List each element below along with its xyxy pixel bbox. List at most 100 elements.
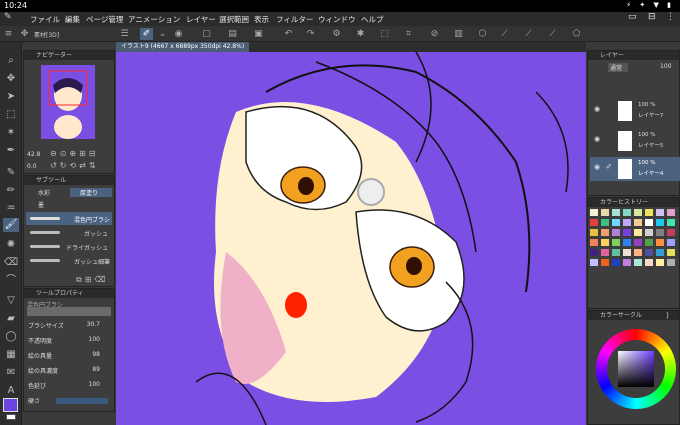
- menu-page[interactable]: ページ管理: [86, 14, 123, 25]
- sub-color-swatch[interactable]: [6, 414, 16, 420]
- color-history-swatch[interactable]: [612, 229, 620, 236]
- minimize-icon[interactable]: ⊟: [648, 12, 656, 22]
- menu-select[interactable]: 選択範囲: [219, 14, 249, 25]
- color-history-swatch[interactable]: [645, 239, 653, 246]
- color-history-swatch[interactable]: [667, 209, 675, 216]
- color-history-swatch[interactable]: [667, 219, 675, 226]
- rotate-controls[interactable]: ↺↻⟲⇄⇅: [50, 161, 99, 170]
- layer-row[interactable]: ◉ 100 % レイヤー7: [590, 99, 680, 123]
- color-history-swatch[interactable]: [601, 249, 609, 256]
- color-history-swatch[interactable]: [601, 229, 609, 236]
- color-history-swatch[interactable]: [590, 209, 598, 216]
- quick-access-icon[interactable]: ◉: [172, 28, 185, 40]
- hardness-steps[interactable]: [56, 398, 108, 404]
- menu-filter[interactable]: フィルター: [276, 14, 313, 25]
- color-history-swatch[interactable]: [645, 219, 653, 226]
- color-history-swatch[interactable]: [590, 219, 598, 226]
- select-all-icon[interactable]: ⚙: [330, 28, 343, 40]
- fill-bucket-icon[interactable]: ▽: [3, 294, 19, 308]
- new-file-icon[interactable]: ▢: [200, 28, 213, 40]
- color-history-swatch[interactable]: [601, 209, 609, 216]
- menu-help[interactable]: ヘルプ: [361, 14, 384, 25]
- color-history-swatch[interactable]: [590, 239, 598, 246]
- canvas[interactable]: [116, 51, 586, 425]
- menu-edit[interactable]: 編集: [65, 14, 80, 25]
- color-history-swatch[interactable]: [667, 259, 675, 266]
- airbrush-icon[interactable]: ♒: [3, 202, 19, 216]
- decoration-icon[interactable]: ✺: [3, 238, 19, 252]
- color-history-swatch[interactable]: [645, 259, 653, 266]
- paint-amount-row[interactable]: 絵の具量 98: [26, 349, 112, 362]
- balloon-icon[interactable]: ✉: [3, 366, 19, 380]
- invert-selection-icon[interactable]: ⬚: [378, 28, 391, 40]
- brush-icon[interactable]: 🖌: [3, 218, 19, 232]
- opacity-row[interactable]: 不透明度 100: [26, 334, 112, 347]
- sozai-tab[interactable]: 素材[3D]: [34, 30, 59, 39]
- saturation-square[interactable]: [618, 351, 654, 387]
- brush-size-row[interactable]: ブラシサイズ 30.7: [26, 319, 112, 332]
- pencil-icon[interactable]: ✏: [3, 184, 19, 198]
- pen-tool-icon[interactable]: ✐: [140, 28, 153, 40]
- menu-animation[interactable]: アニメーション: [128, 14, 180, 25]
- color-history-swatch[interactable]: [667, 229, 675, 236]
- color-history-swatch[interactable]: [667, 239, 675, 246]
- save-icon[interactable]: ▣: [252, 28, 265, 40]
- layer-opacity[interactable]: 100: [660, 63, 671, 70]
- color-history-swatch[interactable]: [634, 259, 642, 266]
- color-history-swatch[interactable]: [623, 219, 631, 226]
- subtool-tab-watercolor[interactable]: 水彩: [28, 188, 68, 197]
- color-history-swatch[interactable]: [634, 219, 642, 226]
- hamburger-icon[interactable]: ☰: [118, 28, 131, 40]
- color-history-swatch[interactable]: [623, 229, 631, 236]
- eye-icon[interactable]: ◉: [594, 105, 600, 113]
- color-history-swatch[interactable]: [667, 249, 675, 256]
- main-color-swatch[interactable]: [3, 398, 18, 412]
- layer-row[interactable]: ◉ 100 % レイヤー5: [590, 129, 680, 153]
- window-icon[interactable]: ▭: [628, 12, 637, 22]
- color-history-swatch[interactable]: [623, 249, 631, 256]
- hue-ring[interactable]: [596, 329, 676, 409]
- blend-icon[interactable]: ⌒: [3, 274, 19, 288]
- frame-icon[interactable]: ▦: [3, 348, 19, 362]
- symmetry-icon[interactable]: ⟋: [522, 28, 535, 40]
- more-icon[interactable]: ⋮: [666, 12, 675, 22]
- crop-icon[interactable]: ⌗: [402, 28, 415, 40]
- selection-icon[interactable]: ⬚: [3, 108, 19, 122]
- eyedropper-icon[interactable]: ✒: [3, 144, 19, 158]
- menu-toggle-icon[interactable]: ≡: [2, 28, 15, 40]
- color-history-swatch[interactable]: [612, 249, 620, 256]
- perspective-icon[interactable]: ⬠: [570, 28, 583, 40]
- color-history-swatch[interactable]: [645, 229, 653, 236]
- color-history-swatch[interactable]: [601, 219, 609, 226]
- color-history-swatch[interactable]: [623, 259, 631, 266]
- paint-density-row[interactable]: 絵の具濃度 89: [26, 364, 112, 377]
- pen-icon[interactable]: ✎: [3, 166, 19, 180]
- blend-mode-select[interactable]: 通常: [608, 63, 628, 72]
- zoom-controls[interactable]: ⊖⊙⊕⊞⊟: [50, 149, 99, 158]
- fill-icon[interactable]: ▥: [452, 28, 465, 40]
- color-history-swatch[interactable]: [623, 239, 631, 246]
- subtool-actions[interactable]: ⧉⊞⌫: [76, 275, 109, 285]
- zoom-value[interactable]: 42.8: [27, 151, 40, 158]
- navigator-preview[interactable]: [41, 65, 95, 139]
- brush-item[interactable]: ガッシュ: [26, 226, 112, 239]
- move-icon[interactable]: ✥: [3, 72, 19, 86]
- eye-icon[interactable]: ◉: [594, 135, 600, 143]
- color-history-swatch[interactable]: [623, 209, 631, 216]
- brush-item[interactable]: ドライガッシュ: [26, 240, 112, 253]
- angle-value[interactable]: 0.0: [27, 163, 37, 170]
- auto-select-icon[interactable]: ✶: [3, 126, 19, 140]
- clear-icon[interactable]: ⊘: [428, 28, 441, 40]
- color-history-swatch[interactable]: [601, 239, 609, 246]
- ruler-icon[interactable]: ⟋: [498, 28, 511, 40]
- brush-item-selected[interactable]: 混色円ブラシ: [26, 212, 112, 225]
- menu-file[interactable]: ファイル: [30, 14, 60, 25]
- color-history-swatch[interactable]: [634, 229, 642, 236]
- operation-icon[interactable]: ➤: [3, 90, 19, 104]
- chevron-down-icon[interactable]: ⌄: [156, 28, 169, 40]
- text-icon[interactable]: A: [3, 384, 19, 398]
- brush-item[interactable]: ガッシュ細筆: [26, 254, 112, 267]
- color-history-swatch[interactable]: [645, 209, 653, 216]
- menu-view[interactable]: 表示: [254, 14, 269, 25]
- subtool-tab-ink[interactable]: 墨: [28, 200, 68, 209]
